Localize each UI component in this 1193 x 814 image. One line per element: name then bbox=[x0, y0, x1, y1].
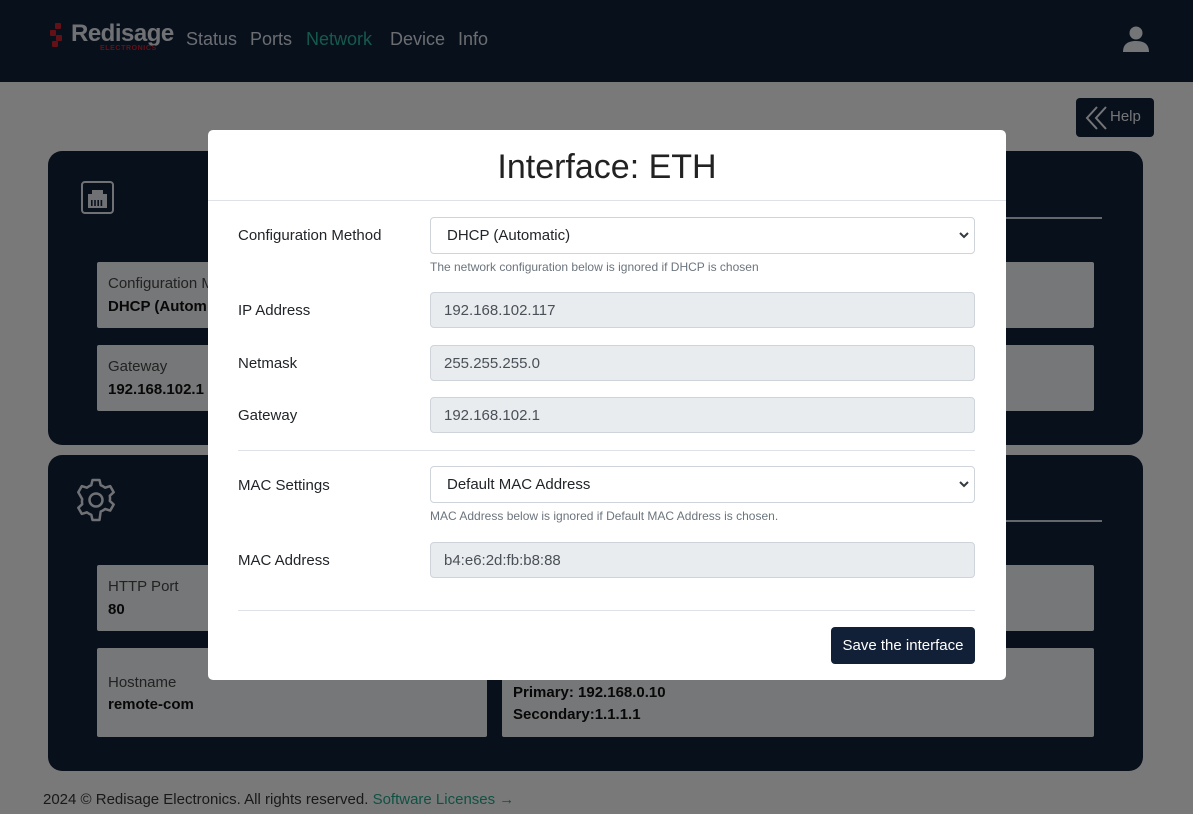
config-method-hint: The network configuration below is ignor… bbox=[430, 260, 759, 274]
netmask-label: Netmask bbox=[238, 355, 298, 372]
ip-address-label: IP Address bbox=[238, 302, 311, 319]
mac-settings-label: MAC Settings bbox=[238, 477, 330, 494]
mac-settings-select[interactable]: Default MAC Address bbox=[430, 466, 975, 503]
mac-address-value: b4:e6:2d:fb:b8:88 bbox=[444, 552, 561, 569]
chevron-down-icon bbox=[959, 232, 969, 239]
mac-settings-hint: MAC Address below is ignored if Default … bbox=[430, 509, 779, 523]
gateway-label: Gateway bbox=[238, 407, 298, 424]
netmask-value: 255.255.255.0 bbox=[444, 355, 540, 372]
gateway-value: 192.168.102.1 bbox=[444, 407, 540, 424]
mac-settings-value: Default MAC Address bbox=[447, 476, 591, 493]
modal-title: Interface: ETH bbox=[497, 148, 717, 186]
config-method-value: DHCP (Automatic) bbox=[447, 227, 571, 244]
save-interface-button[interactable]: Save the interface bbox=[831, 627, 975, 664]
modal-header-divider bbox=[208, 200, 1006, 201]
section-divider bbox=[238, 450, 975, 451]
mac-address-label: MAC Address bbox=[238, 552, 330, 569]
footer-divider bbox=[238, 610, 975, 611]
config-method-label: Configuration Method bbox=[238, 227, 382, 244]
ip-address-field[interactable]: 192.168.102.117 bbox=[430, 292, 975, 328]
interface-modal: Interface: ETH Configuration Method DHCP… bbox=[208, 130, 1006, 680]
config-method-select[interactable]: DHCP (Automatic) bbox=[430, 217, 975, 254]
gateway-field[interactable]: 192.168.102.1 bbox=[430, 397, 975, 433]
netmask-field[interactable]: 255.255.255.0 bbox=[430, 345, 975, 381]
mac-address-field[interactable]: b4:e6:2d:fb:b8:88 bbox=[430, 542, 975, 578]
chevron-down-icon bbox=[959, 481, 969, 488]
ip-address-value: 192.168.102.117 bbox=[444, 302, 556, 319]
